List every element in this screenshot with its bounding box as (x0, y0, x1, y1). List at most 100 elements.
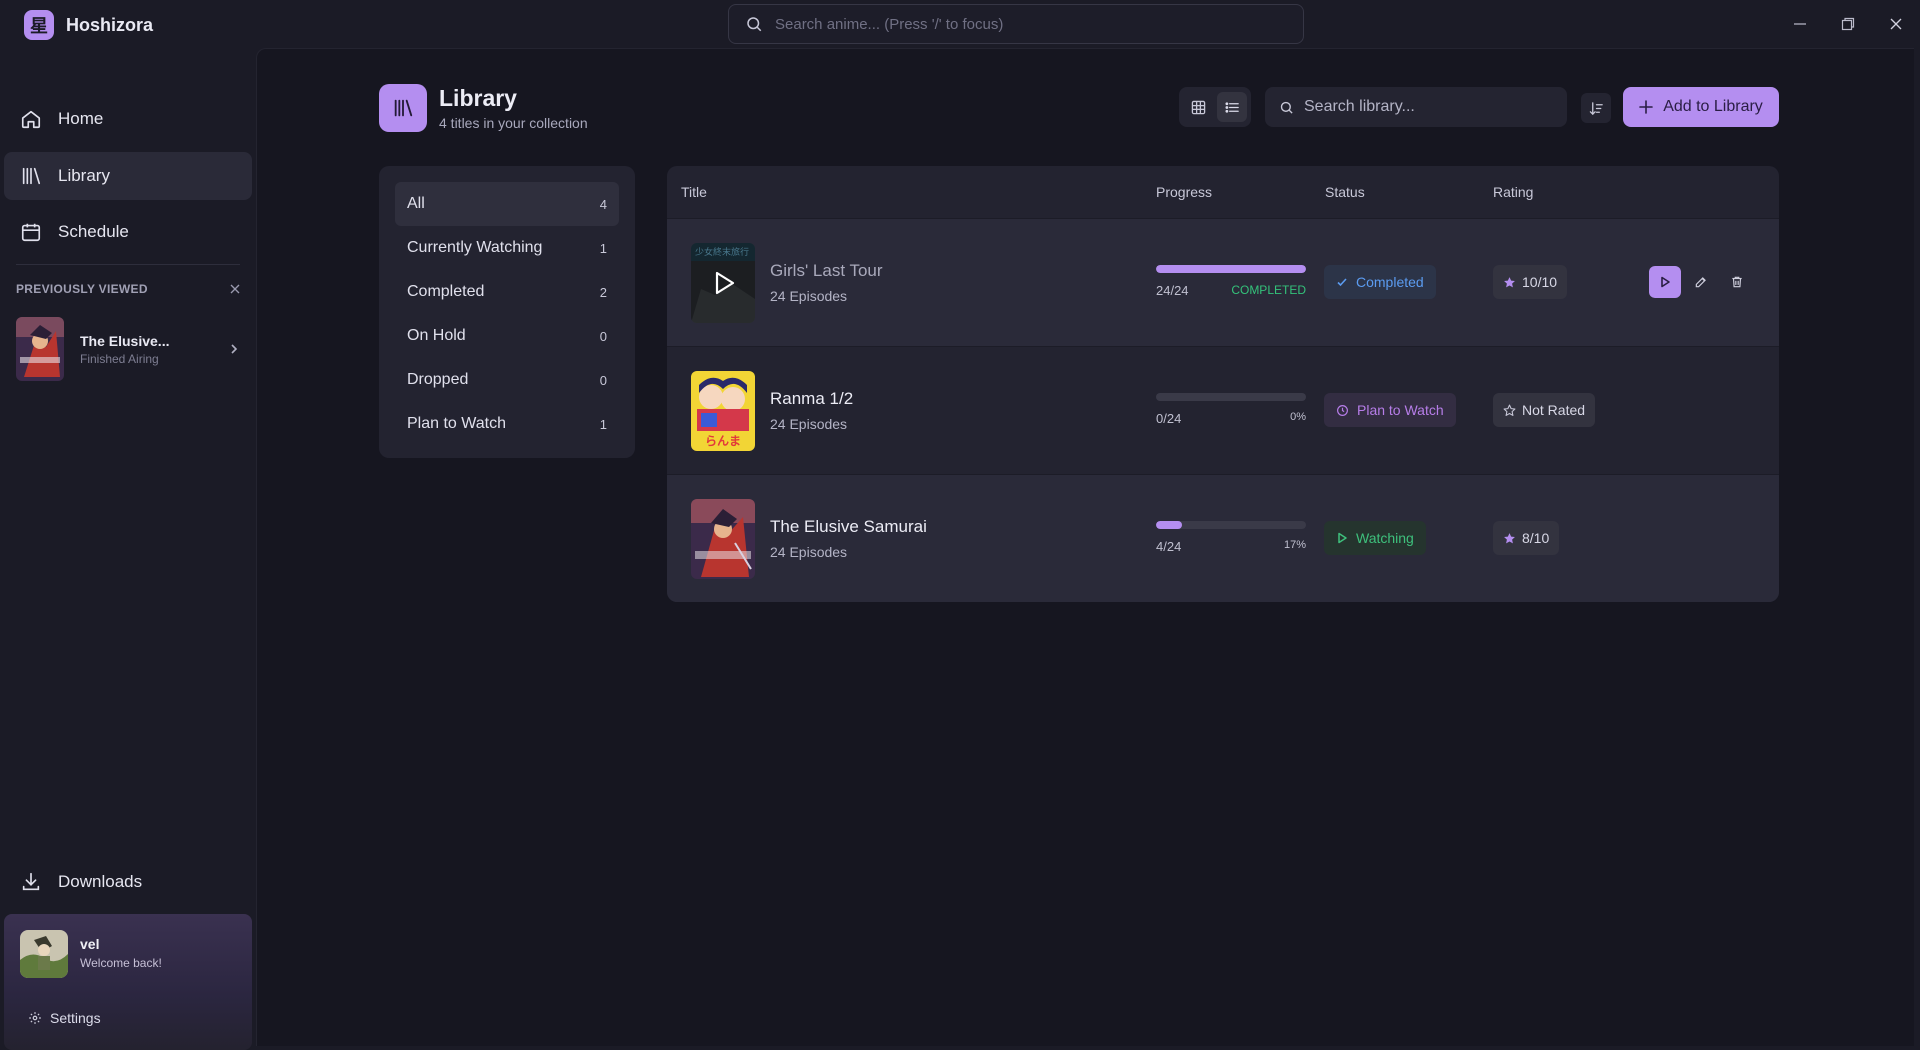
chevron-right-icon (228, 343, 240, 355)
column-header-progress[interactable]: Progress (1156, 184, 1212, 200)
rating-label: 10/10 (1522, 274, 1558, 290)
rating-label: 8/10 (1522, 530, 1550, 546)
library-header-icon (379, 84, 427, 132)
progress-fill (1156, 521, 1182, 529)
avatar[interactable] (20, 930, 68, 978)
settings-button[interactable]: Settings (28, 1010, 101, 1026)
status-label: Watching (1356, 530, 1414, 546)
restore-icon[interactable] (1836, 12, 1860, 36)
search-icon (1279, 100, 1294, 115)
sidebar: Home Library Schedule PREVIOUSLY VIEWED (0, 48, 256, 1050)
rating-badge[interactable]: 10/10 (1493, 265, 1568, 299)
status-label: Completed (1356, 274, 1424, 290)
star-outline-icon (1503, 404, 1516, 417)
library-search-input[interactable] (1304, 98, 1554, 116)
sort-icon[interactable] (1581, 93, 1611, 123)
minimize-icon[interactable] (1788, 12, 1812, 36)
status-badge[interactable]: Watching (1324, 521, 1426, 555)
app-logo[interactable]: 星 Hoshizora (24, 10, 153, 40)
filter-on-hold[interactable]: On Hold 0 (395, 314, 619, 358)
anime-title[interactable]: The Elusive Samurai (770, 517, 927, 537)
status-label: Plan to Watch (1357, 402, 1444, 418)
sidebar-item-library[interactable]: Library (4, 152, 252, 200)
title-bar: 星 Hoshizora (0, 0, 1920, 48)
sidebar-item-label: Schedule (58, 222, 129, 241)
filter-count: 1 (599, 240, 607, 256)
view-toggle (1179, 87, 1251, 127)
progress-percent: 17% (1283, 539, 1306, 551)
global-search[interactable] (728, 4, 1304, 44)
edit-icon[interactable] (1685, 266, 1717, 298)
sidebar-item-schedule[interactable]: Schedule (4, 208, 252, 256)
svg-text:らんま: らんま (705, 434, 741, 448)
plus-icon (1639, 100, 1653, 114)
sidebar-item-downloads[interactable]: Downloads (4, 858, 252, 906)
table-row[interactable]: The Elusive Samurai 24 Episodes 4/24 17%… (667, 474, 1779, 602)
column-header-status[interactable]: Status (1325, 184, 1365, 200)
trash-icon[interactable] (1721, 266, 1753, 298)
user-name: vel (80, 936, 100, 952)
status-badge[interactable]: Plan to Watch (1324, 393, 1456, 427)
filter-count: 4 (599, 196, 607, 212)
progress-bar (1156, 521, 1306, 529)
rating-badge[interactable]: 8/10 (1493, 521, 1560, 555)
clear-history-icon[interactable] (230, 284, 240, 294)
anime-poster[interactable]: 少女終末旅行 (691, 243, 755, 323)
status-badge[interactable]: Completed (1324, 265, 1436, 299)
page-subtitle: 4 titles in your collection (439, 115, 588, 131)
library-search[interactable] (1265, 87, 1567, 127)
anime-title[interactable]: Ranma 1/2 (770, 389, 853, 409)
previously-viewed-title-text: The Elusive... (80, 332, 170, 349)
progress-status-text: COMPLETED (1231, 283, 1306, 297)
filter-label: Currently Watching (407, 239, 543, 256)
anime-thumbnail (16, 317, 64, 381)
main-content: Library 4 titles in your collection Add … (256, 48, 1914, 1046)
global-search-input[interactable] (775, 15, 1275, 33)
filter-count: 0 (599, 328, 607, 344)
progress-bar (1156, 265, 1306, 273)
filter-label: Dropped (407, 371, 469, 388)
table-row[interactable]: らんま Ranma 1/2 24 Episodes 0/24 0% Plan t… (667, 346, 1779, 474)
play-icon (1336, 532, 1348, 544)
previously-viewed-item[interactable]: The Elusive... Finished Airing (16, 316, 240, 382)
app-logo-mark: 星 (24, 10, 54, 40)
sidebar-item-home[interactable]: Home (4, 95, 252, 143)
anime-title[interactable]: Girls' Last Tour (770, 261, 883, 281)
filter-all[interactable]: All 4 (395, 182, 619, 226)
episode-count: 24 Episodes (770, 288, 848, 304)
settings-label: Settings (50, 1010, 101, 1026)
grid-view-icon[interactable] (1183, 92, 1213, 122)
filter-dropped[interactable]: Dropped 0 (395, 358, 619, 402)
filter-plan-to-watch[interactable]: Plan to Watch 1 (395, 402, 619, 446)
progress-fill (1156, 265, 1306, 273)
app-name: Hoshizora (66, 14, 154, 35)
rating-badge[interactable]: Not Rated (1493, 393, 1596, 427)
play-button[interactable] (1649, 266, 1681, 298)
table-header: Title Progress Status Rating (667, 166, 1779, 218)
filter-label: Completed (407, 283, 485, 300)
previously-viewed-header: PREVIOUSLY VIEWED (16, 282, 240, 296)
episode-count: 24 Episodes (770, 416, 848, 432)
close-icon[interactable] (1884, 12, 1908, 36)
filter-label: All (407, 195, 425, 212)
filter-completed[interactable]: Completed 2 (395, 270, 619, 314)
previously-viewed-title: PREVIOUSLY VIEWED (16, 282, 148, 296)
row-actions (1649, 266, 1753, 298)
add-to-library-label: Add to Library (1663, 98, 1763, 115)
sidebar-item-label: Downloads (58, 872, 143, 891)
column-header-rating[interactable]: Rating (1493, 184, 1533, 200)
gear-icon (28, 1011, 42, 1025)
status-filter-panel: All 4 Currently Watching 1 Completed 2 O… (379, 166, 635, 458)
add-to-library-button[interactable]: Add to Library (1623, 87, 1779, 127)
table-row[interactable]: 少女終末旅行 Girls' Last Tour 24 Episodes 24/2… (667, 218, 1779, 346)
filter-label: On Hold (407, 327, 466, 344)
anime-poster[interactable]: らんま (691, 371, 755, 451)
library-icon (20, 165, 42, 187)
anime-poster[interactable] (691, 499, 755, 579)
clock-icon (1336, 404, 1349, 417)
column-header-title[interactable]: Title (681, 184, 707, 200)
search-icon (745, 15, 763, 33)
list-view-icon[interactable] (1217, 92, 1247, 122)
filter-currently-watching[interactable]: Currently Watching 1 (395, 226, 619, 270)
progress-bar (1156, 393, 1306, 401)
